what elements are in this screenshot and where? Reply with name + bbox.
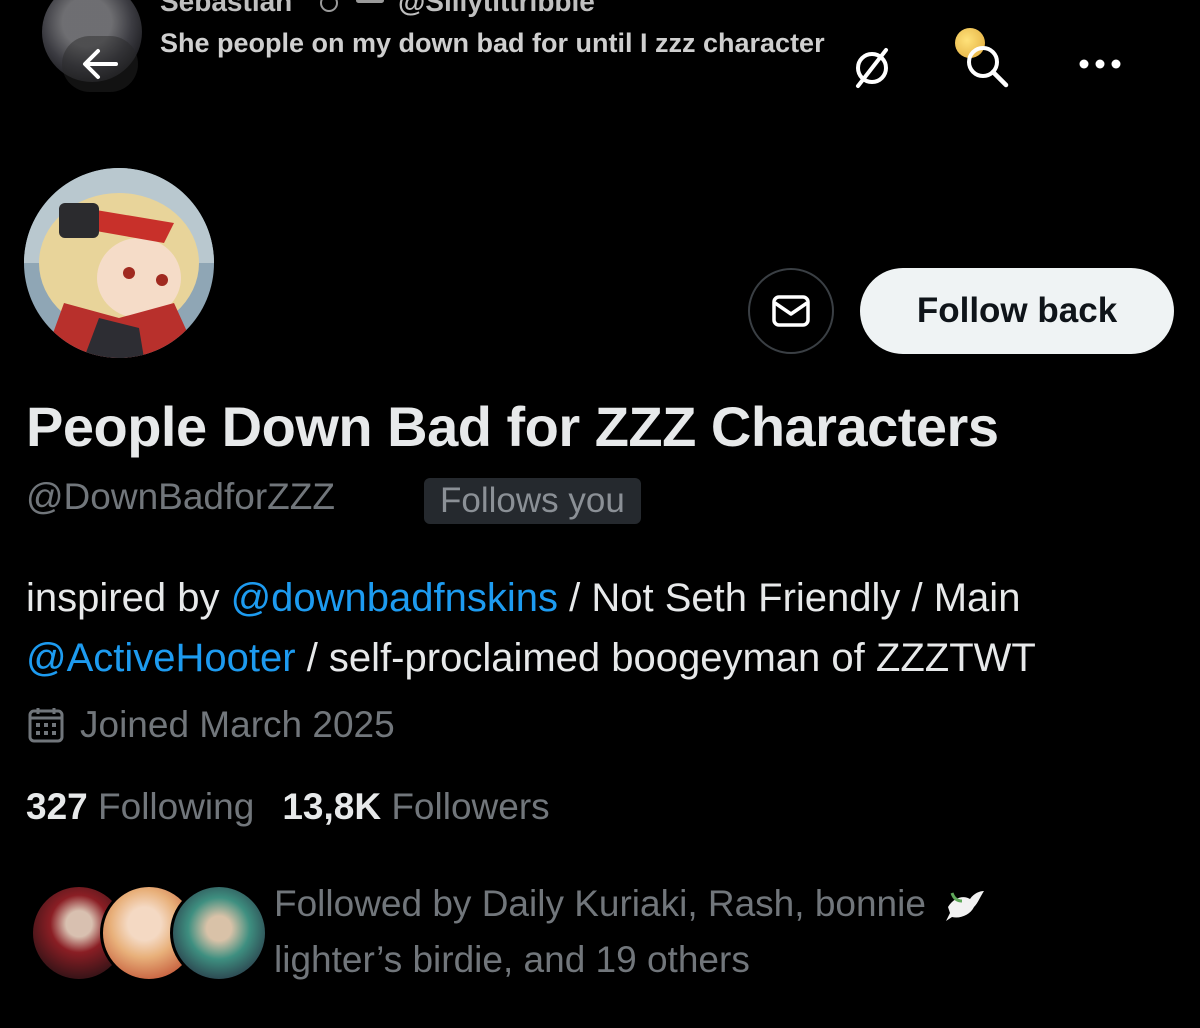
bio-text: / Not Seth Friendly / Main xyxy=(558,576,1021,620)
avatar-image xyxy=(24,168,214,358)
dove-icon xyxy=(946,891,985,922)
followers-link[interactable]: 13,8K Followers xyxy=(282,786,549,828)
followed-by-line1: Followed by Daily Kuriaki, Rash, bonnie xyxy=(274,883,926,924)
followed-by-line2: lighter’s birdie, and 19 others xyxy=(274,939,750,980)
follows-you-badge: Follows you xyxy=(424,478,641,524)
profile-bio: inspired by @downbadfnskins / Not Seth F… xyxy=(26,568,1176,688)
banner-separator xyxy=(356,0,384,3)
more-button[interactable] xyxy=(1062,36,1138,92)
joined-text: Joined March 2025 xyxy=(80,704,395,745)
bio-mention-link[interactable]: @downbadfnskins xyxy=(231,576,558,620)
mutual-followers-avatars[interactable] xyxy=(30,884,268,982)
profile-avatar[interactable] xyxy=(24,168,214,358)
profile-handle: @DownBadforZZZ xyxy=(26,476,335,517)
bio-text: / self-proclaimed boogeyman of ZZZTWT xyxy=(295,636,1036,680)
search-button[interactable] xyxy=(952,36,1022,96)
following-count: 327 xyxy=(26,786,88,827)
banner-badge-icon xyxy=(320,0,338,12)
bio-text: inspired by xyxy=(26,576,231,620)
mutual-avatar xyxy=(170,884,268,982)
search-icon xyxy=(967,46,1009,88)
joined-date: Joined March 2025 xyxy=(26,704,395,746)
banner-name: Sebastian xyxy=(160,0,293,17)
following-link[interactable]: 327 Following xyxy=(26,786,254,828)
translate-button[interactable] xyxy=(842,40,902,96)
envelope-icon xyxy=(772,295,810,327)
globe-strikethrough-icon xyxy=(856,48,888,88)
display-name: People Down Bad for ZZZ Characters xyxy=(26,395,999,458)
followers-count: 13,8K xyxy=(282,786,382,827)
bio-mention-link[interactable]: @ActiveHooter xyxy=(26,636,296,680)
profile-stats: 327 Following 13,8K Followers xyxy=(26,786,578,828)
banner-tweet-text: She people on my down bad for until I zz… xyxy=(160,28,825,58)
following-label: Following xyxy=(98,786,255,827)
arrow-left-icon xyxy=(83,49,118,79)
followers-label: Followers xyxy=(391,786,550,827)
back-button[interactable] xyxy=(62,36,138,92)
followed-by-text[interactable]: Followed by Daily Kuriaki, Rash, bonnie … xyxy=(274,876,1154,988)
message-button[interactable] xyxy=(748,268,834,354)
more-horizontal-icon xyxy=(1079,59,1121,69)
banner-handle: @Sillytittribble xyxy=(398,0,595,17)
follow-back-button[interactable]: Follow back xyxy=(860,268,1174,354)
calendar-icon xyxy=(28,708,64,743)
